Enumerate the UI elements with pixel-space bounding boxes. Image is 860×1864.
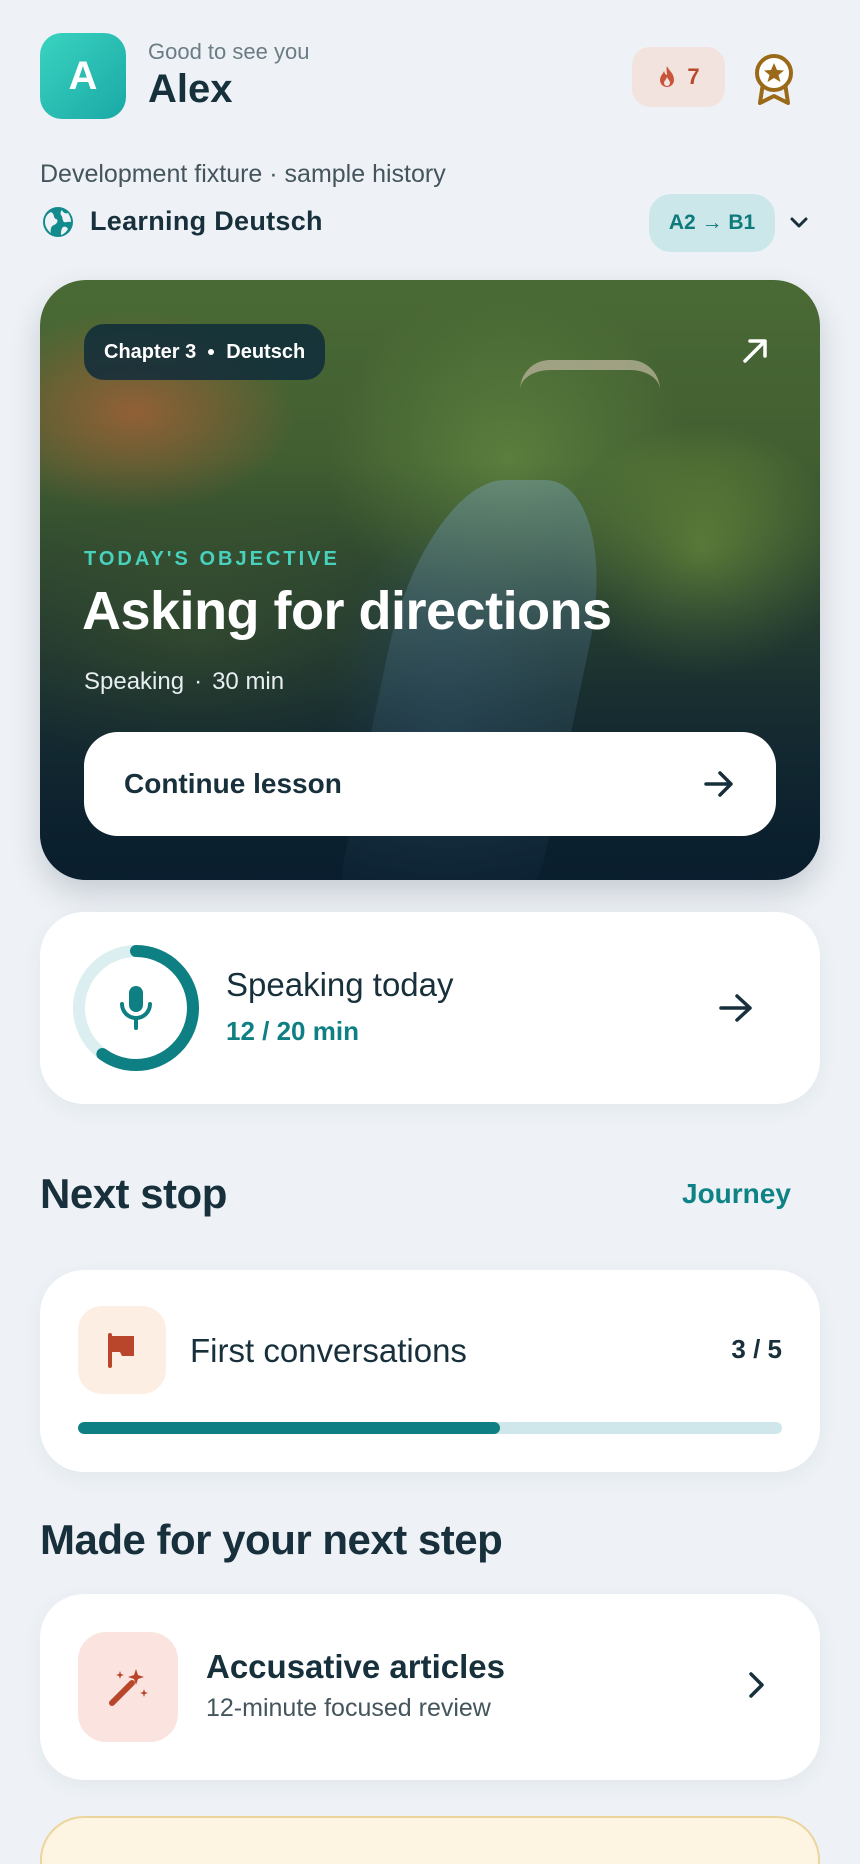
lesson-meta: Speaking · 30 min (84, 668, 284, 696)
flame-icon (660, 66, 675, 87)
expand-arrow-icon[interactable] (740, 336, 770, 366)
next-unit-progress-bar (78, 1422, 782, 1434)
next-stop-heading: Next stop (40, 1170, 227, 1217)
streak-count: 7 (687, 64, 700, 89)
next-unit-label: First conversations (190, 1332, 467, 1369)
microphone-icon (120, 986, 152, 1030)
next-unit-progress-fill (78, 1422, 501, 1434)
lesson-meta-separator: · (194, 668, 203, 695)
chevron-down-icon[interactable] (788, 212, 810, 234)
next-card-peek[interactable] (40, 1816, 820, 1864)
next-unit-count: 3 / 5 (731, 1334, 782, 1364)
arrow-right-icon (704, 771, 733, 797)
recommended-subtitle: 12-minute focused review (206, 1694, 491, 1722)
magic-wand-icon-box (78, 1632, 178, 1742)
lesson-duration: 30 min (212, 668, 285, 695)
chapter-label: Chapter 3 (104, 340, 197, 363)
language-row: Learning Deutsch A2 → B1 (40, 194, 820, 252)
streak-badge[interactable]: 7 (632, 47, 725, 107)
award-badge-icon[interactable] (750, 53, 798, 105)
speaking-progress-ring (73, 945, 199, 1071)
globe-icon (43, 207, 73, 237)
recommended-heading: Made for your next step (40, 1516, 503, 1563)
lesson-skill: Speaking (84, 668, 185, 695)
recommended-card[interactable]: Accusative articles 12-minute focused re… (40, 1594, 820, 1780)
speaking-today-title: Speaking today (226, 966, 454, 1003)
objective-label: TODAY'S OBJECTIVE (84, 548, 340, 570)
continue-lesson-button[interactable]: Continue lesson (84, 732, 776, 836)
chevron-right-icon (749, 1672, 764, 1698)
journey-link[interactable]: Journey (682, 1178, 791, 1210)
speaking-today-value: 12 / 20 min (226, 1016, 359, 1046)
greeting-text: Good to see you (148, 39, 310, 64)
arrow-right-icon[interactable] (718, 992, 754, 1024)
username: Alex (148, 67, 233, 111)
learning-language-label: Learning Deutsch (90, 206, 323, 236)
level-selector[interactable]: A2 → B1 (649, 194, 775, 252)
lesson-hero-card[interactable]: Chapter 3 Deutsch TODAY'S OBJECTIVE Aski… (40, 280, 820, 880)
speaking-today-card[interactable]: Speaking today 12 / 20 min (40, 912, 820, 1104)
chapter-chip: Chapter 3 Deutsch (84, 324, 326, 380)
flag-icon (108, 1333, 134, 1368)
chip-separator-dot (208, 349, 215, 355)
fixture-note: Development fixture · sample history (40, 160, 446, 188)
magic-wand-icon (109, 1669, 148, 1706)
avatar[interactable]: A (40, 33, 126, 119)
continue-lesson-label: Continue lesson (124, 768, 342, 799)
next-stop-card[interactable]: First conversations 3 / 5 (40, 1270, 820, 1472)
chapter-language: Deutsch (226, 340, 306, 363)
lesson-title: Asking for directions (82, 581, 612, 641)
header: A Good to see you Alex 7 (40, 33, 820, 119)
recommended-title: Accusative articles (206, 1648, 506, 1685)
flag-icon-box (78, 1306, 166, 1394)
